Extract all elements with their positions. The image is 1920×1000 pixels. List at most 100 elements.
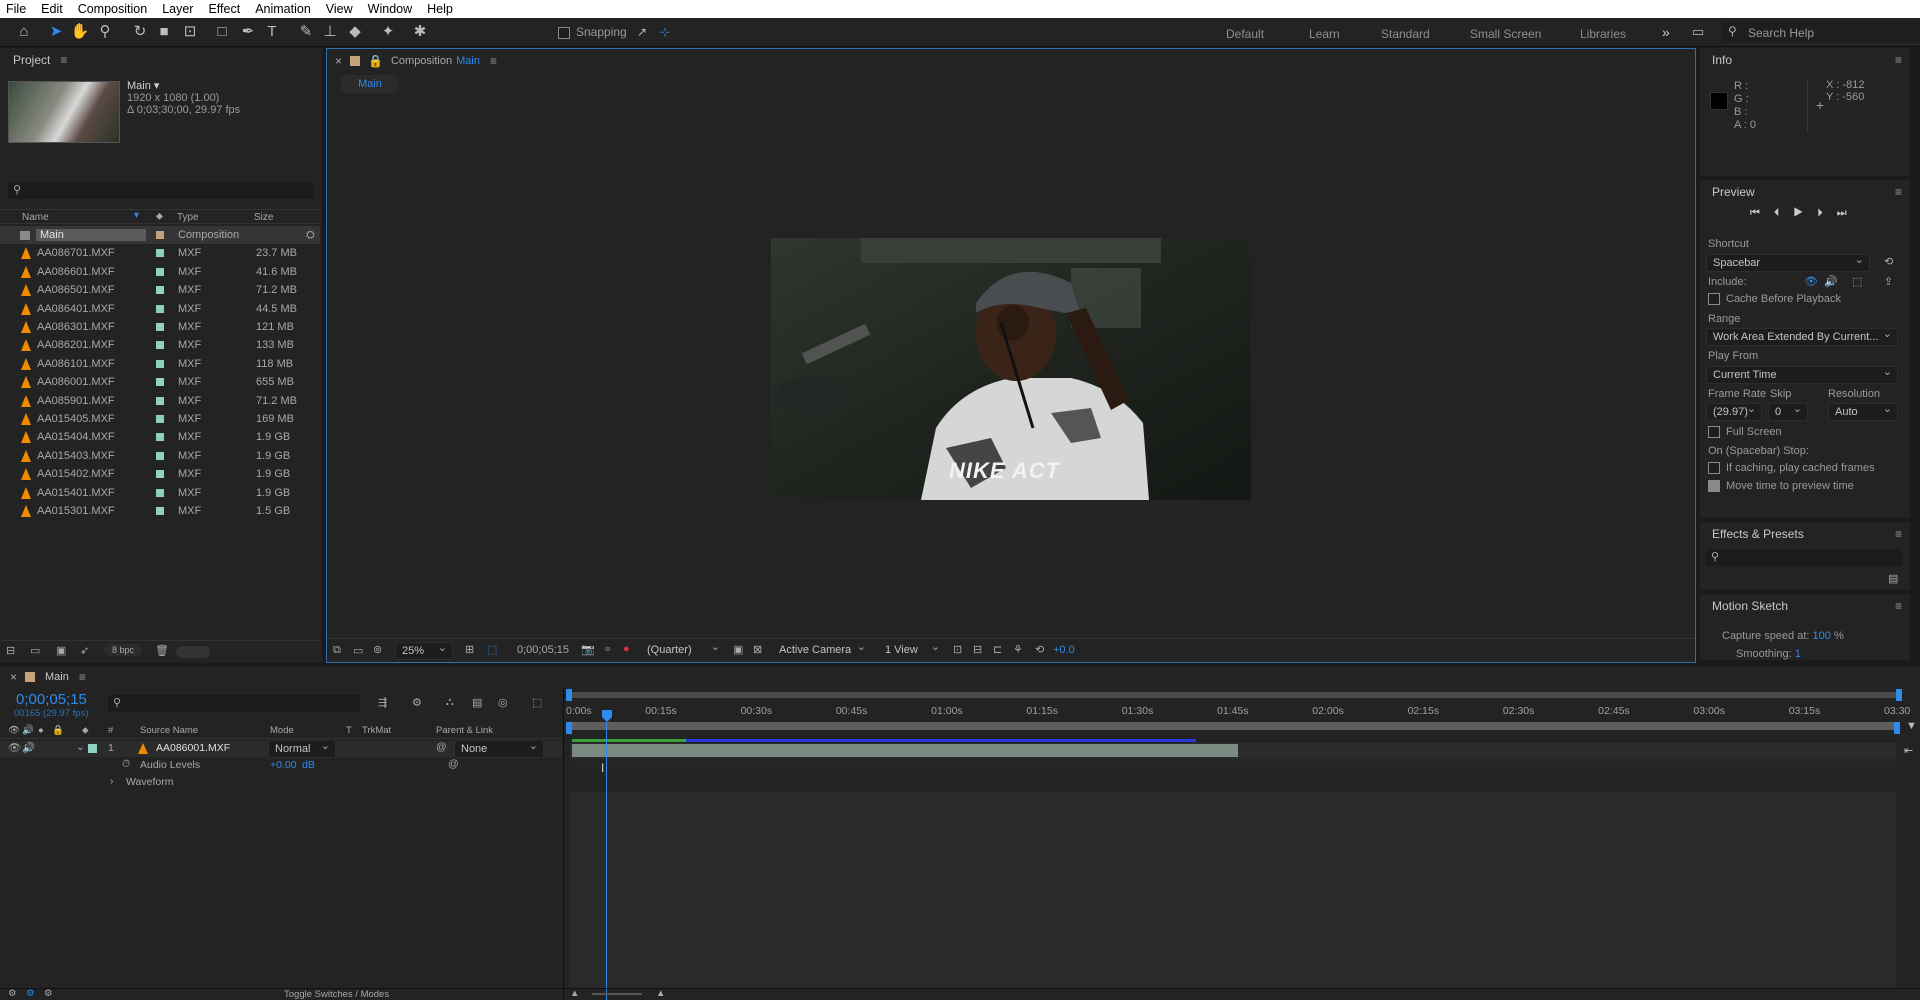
composition-subtab[interactable]: Main [341, 75, 399, 93]
panel-menu-icon[interactable]: ≡ [1895, 599, 1902, 613]
new-composition-icon[interactable]: ▣ [56, 644, 66, 657]
menu-view[interactable]: View [326, 2, 353, 16]
effects-search-input[interactable]: ⚲ [1706, 549, 1902, 566]
close-icon[interactable]: × [10, 670, 17, 684]
project-item[interactable]: AA086101.MXF MXF 118 MB [0, 355, 320, 373]
project-item[interactable]: AA015301.MXF MXF 1.5 GB [0, 502, 320, 520]
zoom-in-icon[interactable]: ▲ [656, 988, 665, 999]
workspace-learn[interactable]: Learn [1309, 27, 1340, 41]
layer-audio-icon[interactable]: 🔊 [22, 741, 35, 754]
capture-speed-value[interactable]: 100 [1813, 630, 1831, 642]
pen-tool-icon[interactable]: ✒ [238, 22, 258, 42]
lock-icon[interactable]: 🔒 [368, 54, 383, 68]
column-source-name[interactable]: Source Name [140, 725, 198, 736]
menu-help[interactable]: Help [427, 2, 453, 16]
menu-effect[interactable]: Effect [208, 2, 240, 16]
pan-behind-tool-icon[interactable]: ⊡ [180, 22, 200, 42]
flowchart-icon[interactable]: ⊏ [993, 643, 1002, 656]
resolution-dropdown[interactable]: (Quarter) [641, 639, 725, 660]
transfer-controls-icon[interactable]: ⚙ [26, 988, 35, 999]
exposure-value[interactable]: +0.0 [1053, 644, 1075, 656]
project-item[interactable]: AA015405.MXF MXF 169 MB [0, 410, 320, 428]
region-of-interest-icon[interactable]: ▣ [733, 643, 743, 656]
brush-tool-icon[interactable]: ✎ [296, 22, 316, 42]
stopwatch-icon[interactable]: ⏱ [122, 758, 130, 771]
project-item[interactable]: AA086701.MXF MXF 23.7 MB [0, 244, 320, 262]
label-swatch[interactable] [156, 286, 164, 295]
previous-frame-icon[interactable]: ⏴ [1774, 207, 1794, 219]
flowchart-icon[interactable]: ⛭ [306, 229, 315, 242]
display-icon[interactable]: ▭ [353, 644, 363, 657]
project-item[interactable]: AA015403.MXF MXF 1.9 GB [0, 447, 320, 465]
roto-brush-tool-icon[interactable]: ✦ [378, 22, 398, 42]
snap-icon[interactable]: ↗ [632, 22, 652, 42]
label-swatch[interactable] [156, 433, 164, 442]
project-item[interactable]: AA085901.MXF MXF 71.2 MB [0, 392, 320, 410]
range-dropdown[interactable]: Work Area Extended By Current... [1706, 326, 1898, 346]
first-frame-icon[interactable]: ⏮ [1750, 207, 1774, 219]
menu-edit[interactable]: Edit [41, 2, 63, 16]
project-item[interactable]: AA086501.MXF MXF 71.2 MB [0, 281, 320, 299]
if-caching-checkbox[interactable] [1708, 462, 1720, 475]
move-time-checkbox[interactable] [1708, 480, 1720, 493]
composition-tab-name[interactable]: Main [456, 55, 480, 67]
in-out-icon[interactable]: ⚙ [44, 988, 53, 999]
eraser-tool-icon[interactable]: ◆ [345, 22, 365, 42]
column-trkmat[interactable]: TrkMat [362, 725, 391, 736]
skip-dropdown[interactable]: 0 [1768, 401, 1808, 421]
include-audio-icon[interactable]: 🔊 [1824, 275, 1838, 288]
column-type[interactable]: Type [177, 212, 199, 223]
panel-menu-icon[interactable]: ≡ [1895, 53, 1902, 67]
label-swatch[interactable] [156, 470, 164, 479]
snapping-toggle[interactable]: Snapping [558, 25, 627, 39]
home-icon[interactable]: ⌂ [14, 22, 34, 42]
column-mode[interactable]: Mode [270, 725, 294, 736]
mask-visibility-icon[interactable]: ⬚ [487, 643, 497, 656]
graph-editor-icon[interactable]: ⬚ [532, 696, 542, 709]
info-title[interactable]: Info [1712, 53, 1732, 67]
expand-chevron-icon[interactable]: ⌄ [76, 741, 85, 753]
project-item[interactable]: AA086301.MXF MXF 121 MB [0, 318, 320, 336]
view-layout-dropdown[interactable]: 1 View [879, 639, 945, 660]
solo-icon[interactable]: ● [38, 725, 44, 736]
workspace-default[interactable]: Default [1226, 27, 1264, 41]
menu-file[interactable]: File [6, 2, 26, 16]
play-icon[interactable]: ▶ [1793, 207, 1817, 219]
cache-checkbox[interactable] [1708, 293, 1720, 306]
label-swatch[interactable] [156, 231, 164, 239]
snapshot-camera-icon[interactable]: 📷 [581, 643, 595, 656]
cache-before-playback[interactable]: Cache Before Playback [1708, 293, 1841, 306]
project-item[interactable]: AA086601.MXF MXF 41.6 MB [0, 263, 320, 281]
shortcut-dropdown[interactable]: Spacebar [1706, 252, 1870, 272]
work-area-bar[interactable] [566, 722, 1900, 730]
sync-settings-icon[interactable]: ▭ [1692, 24, 1704, 40]
panel-menu-icon[interactable]: ≡ [490, 54, 497, 68]
label-swatch[interactable] [156, 323, 164, 331]
workspace-libraries[interactable]: Libraries [1580, 27, 1626, 41]
pick-whip-icon[interactable]: @ [436, 741, 447, 753]
project-search-input[interactable]: ⚲ [8, 182, 314, 199]
composition-mini-flowchart-icon[interactable]: ⇶ [378, 696, 387, 709]
bit-depth-button[interactable]: 8 bpc [104, 644, 143, 656]
zoom-out-icon[interactable]: ▲ [570, 988, 579, 999]
project-item[interactable]: AA086201.MXF MXF 133 MB [0, 336, 320, 354]
workspace-overflow-icon[interactable]: » [1662, 24, 1670, 40]
motion-blur-icon[interactable]: ◎ [498, 696, 508, 709]
clone-stamp-tool-icon[interactable]: ⊥ [320, 22, 340, 42]
shy-layers-icon[interactable]: ⛬ [446, 696, 454, 709]
label-swatch[interactable] [156, 507, 164, 515]
label-column-icon[interactable]: ⬥ [156, 211, 163, 222]
label-icon[interactable]: ⬥ [82, 725, 89, 736]
layer-visibility-icon[interactable]: 👁 [8, 741, 21, 754]
zoom-tool-icon[interactable]: ⚲ [95, 22, 115, 42]
motion-sketch-title[interactable]: Motion Sketch [1712, 599, 1788, 613]
label-swatch[interactable] [156, 488, 164, 497]
label-swatch[interactable] [156, 451, 164, 460]
reset-icon[interactable]: ⟲ [1884, 255, 1893, 268]
menu-animation[interactable]: Animation [255, 2, 311, 16]
current-time-display[interactable]: 0;00;05;15 [517, 644, 569, 656]
timeline-tab[interactable]: Main [45, 671, 69, 683]
rectangle-tool-icon[interactable]: □ [212, 22, 232, 42]
include-overlays-icon[interactable]: ⬚ [1852, 275, 1862, 288]
export-icon[interactable]: ⇪ [1884, 275, 1893, 288]
